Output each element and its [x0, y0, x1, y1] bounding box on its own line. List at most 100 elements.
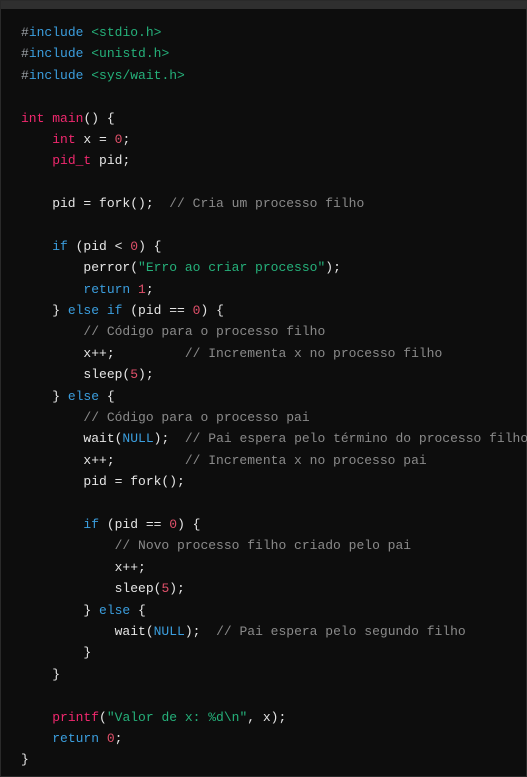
code-token: ( — [99, 709, 107, 725]
code-token: <unistd.h> — [91, 46, 170, 62]
code-token: 0 — [106, 730, 115, 746]
code-line: x++; // Incrementa x no processo filho — [21, 343, 527, 364]
code-token: 0 — [169, 516, 178, 532]
code-token: // Pai espera pelo término do processo f… — [184, 431, 527, 447]
code-token: ) { — [138, 238, 162, 254]
code-token: { — [99, 388, 115, 404]
code-line: int main() { — [21, 108, 527, 129]
code-token: # — [21, 67, 29, 83]
code-token: # — [21, 25, 29, 40]
code-line: #include <stdio.h> — [21, 22, 527, 43]
code-window: #include <stdio.h> #include <unistd.h> #in… — [0, 0, 527, 777]
code-token: include — [28, 25, 84, 40]
code-token: x++; — [21, 345, 185, 361]
code-line: x++; // Incrementa x no processo pai — [21, 450, 527, 471]
code-token: } — [21, 645, 92, 661]
code-token: pid; — [91, 153, 131, 169]
code-line: } — [21, 664, 527, 685]
code-token: else — [99, 602, 131, 618]
code-line: wait(NULL); // Pai espera pelo término d… — [21, 428, 527, 449]
code-token: x++; — [21, 559, 146, 575]
code-token: (pid == — [122, 303, 193, 319]
code-token: if — [83, 516, 100, 532]
code-token: <stdio.h> — [91, 25, 162, 40]
code-token: (pid < — [67, 238, 131, 254]
code-line: printf("Valor de x: %d\n", x); — [21, 707, 527, 728]
code-token: ); — [138, 367, 154, 383]
code-token: return — [83, 281, 131, 297]
code-line: x++; — [21, 557, 527, 578]
code-token: sleep( — [21, 367, 131, 383]
code-token: } — [21, 666, 61, 682]
code-line: // Novo processo filho criado pelo pai — [21, 535, 527, 556]
code-token: if — [52, 238, 68, 254]
code-line: // Código para o processo pai — [21, 407, 527, 428]
code-token: printf — [52, 709, 100, 725]
code-token: 0 — [130, 238, 139, 254]
code-line: // Código para o processo filho — [21, 321, 527, 342]
code-token: else — [67, 388, 100, 404]
code-token: perror( — [21, 260, 139, 276]
code-line: if (pid < 0) { — [21, 236, 527, 257]
code-line: } — [21, 642, 527, 663]
code-line: if (pid == 0) { — [21, 514, 527, 535]
code-token: // Código para o processo filho — [83, 324, 326, 340]
code-token: // Código para o processo pai — [83, 410, 310, 426]
code-token: (pid == — [99, 516, 170, 532]
code-token: ); — [153, 431, 185, 447]
code-token: include — [28, 46, 84, 62]
code-token: include — [28, 67, 84, 83]
code-token: } — [21, 303, 68, 319]
code-line: return 1; — [21, 279, 527, 300]
code-line: #include <sys/wait.h> — [21, 65, 527, 86]
code-token: "Valor de x: %d\n" — [106, 709, 248, 725]
code-token: if — [106, 303, 123, 319]
code-token: } — [21, 388, 68, 404]
code-token: # — [21, 46, 29, 62]
code-token: wait( — [21, 623, 154, 639]
code-line: sleep(5); — [21, 578, 527, 599]
code-token: NULL — [153, 623, 185, 639]
code-line: wait(NULL); // Pai espera pelo segundo f… — [21, 621, 527, 642]
code-token: main — [52, 110, 84, 126]
code-line: sleep(5); — [21, 364, 527, 385]
code-line: return 0; — [21, 728, 527, 749]
code-line: pid = fork(); // Cria um processo filho — [21, 193, 527, 214]
code-token: ; — [114, 730, 123, 746]
code-line: } else if (pid == 0) { — [21, 300, 527, 321]
code-token: 5 — [130, 367, 139, 383]
code-line: } — [21, 749, 527, 770]
code-token: , x); — [247, 709, 287, 725]
code-token: { — [130, 602, 146, 618]
code-token: pid = fork(); — [21, 196, 170, 212]
window-top-bar — [1, 1, 527, 9]
code-token: // Incrementa x no processo filho — [184, 345, 443, 361]
code-token: else — [67, 303, 100, 319]
code-token: ; — [145, 281, 154, 297]
code-token: NULL — [122, 431, 154, 447]
code-token: sleep( — [21, 581, 162, 597]
code-line: perror("Erro ao criar processo"); — [21, 257, 527, 278]
code-token: // Novo processo filho criado pelo pai — [114, 538, 412, 554]
code-token: pid_t — [52, 153, 92, 169]
code-block[interactable]: #include <stdio.h> #include <unistd.h> #in… — [21, 22, 527, 771]
code-token: // Pai espera pelo segundo filho — [216, 623, 466, 639]
code-token: x++; — [21, 452, 185, 468]
code-token: ) { — [200, 303, 224, 319]
code-token: } — [21, 752, 29, 768]
code-line: #include <unistd.h> — [21, 43, 527, 64]
code-token: int — [21, 110, 45, 126]
code-token: // Incrementa x no processo pai — [184, 452, 427, 468]
